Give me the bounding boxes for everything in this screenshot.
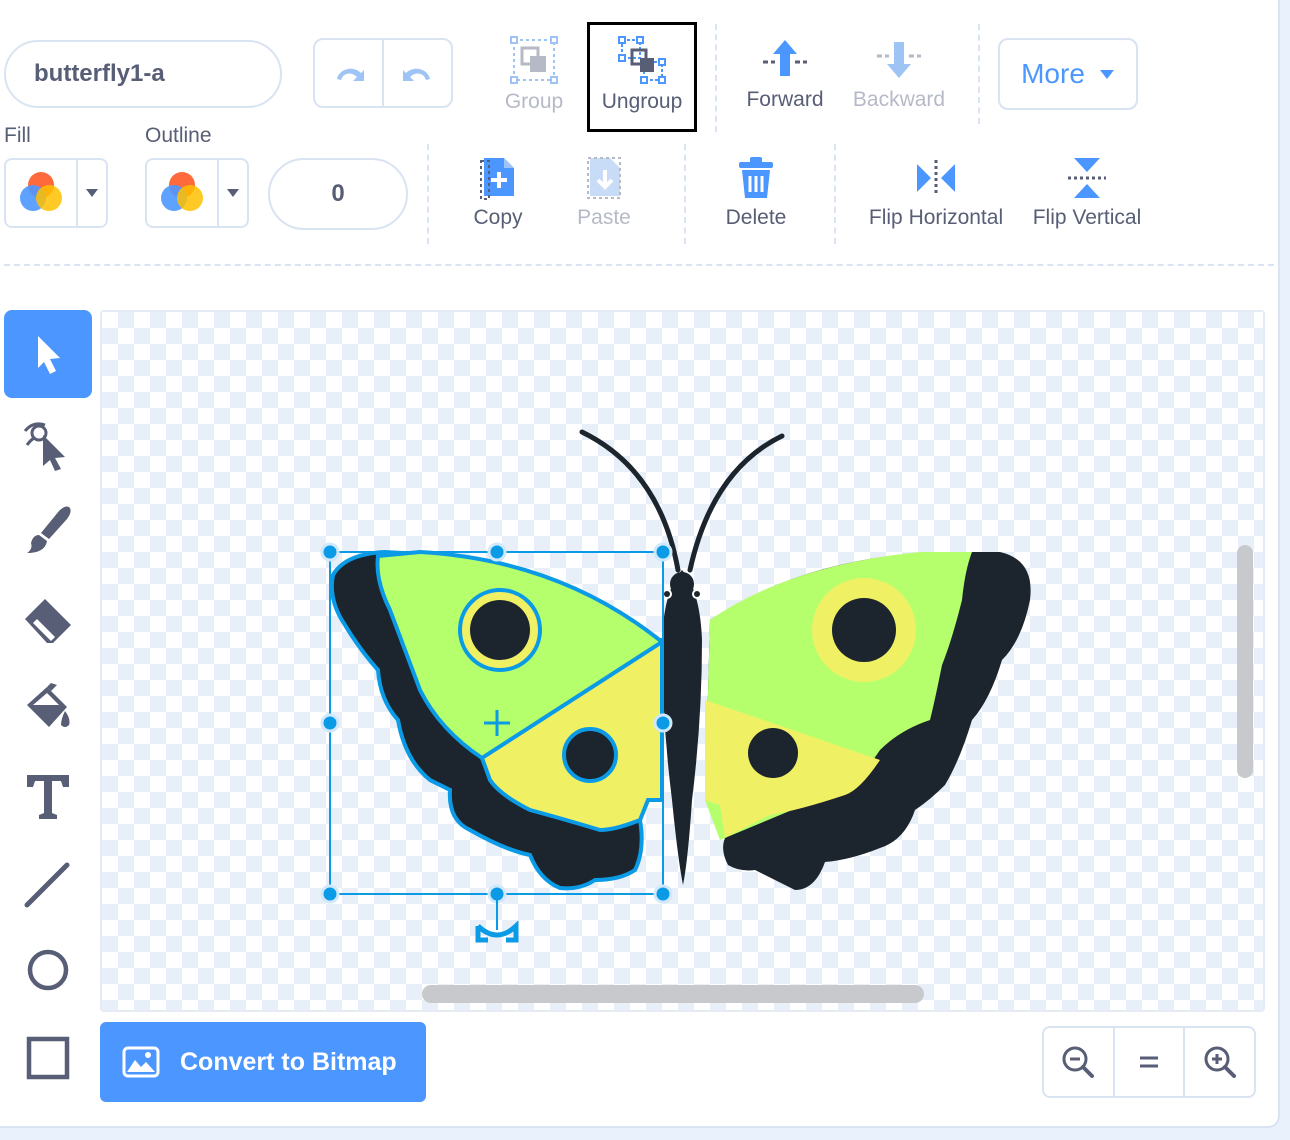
zoom-out-button[interactable] (1044, 1028, 1113, 1096)
forward-icon (763, 40, 807, 76)
paste-label: Paste (577, 206, 631, 229)
flip-horizontal-button[interactable]: Flip Horizontal (862, 156, 1010, 230)
costume-name-value: butterfly1-a (34, 60, 165, 87)
reshape-icon (23, 422, 65, 471)
undo-button[interactable] (315, 40, 382, 106)
tool-text[interactable] (4, 752, 92, 840)
fill-bucket-icon (27, 683, 70, 727)
flip-vertical-button[interactable]: Flip Vertical (1024, 156, 1150, 230)
select-arrow-icon (38, 336, 60, 374)
selection-handle (487, 542, 507, 562)
ungroup-label: Ungroup (601, 90, 683, 113)
selection-handle (320, 542, 340, 562)
rectangle-icon (26, 1036, 70, 1080)
outline-swatch[interactable] (147, 160, 217, 226)
outline-dropdown[interactable] (217, 160, 247, 226)
delete-label: Delete (725, 206, 787, 229)
ungroup-icon (618, 36, 666, 84)
mixed-color-icon (161, 172, 203, 211)
paste-button[interactable]: Paste (562, 156, 646, 230)
flip-vertical-label: Flip Vertical (1032, 206, 1142, 229)
eraser-icon (25, 599, 71, 643)
paste-icon (587, 157, 621, 199)
ungroup-button[interactable]: Ungroup (590, 36, 694, 114)
toolbar-divider (834, 144, 836, 244)
tool-reshape[interactable] (4, 400, 92, 488)
backward-button[interactable]: Backward (846, 38, 952, 112)
undo-redo-group (313, 38, 453, 108)
trash-icon (739, 157, 773, 198)
tool-line[interactable] (4, 840, 92, 928)
tool-rectangle[interactable] (4, 1014, 92, 1102)
vertical-scrollbar[interactable] (1237, 545, 1253, 778)
selection-handle (320, 884, 340, 904)
flip-horizontal-label: Flip Horizontal (868, 206, 1004, 229)
group-icon (510, 36, 558, 84)
outline-label: Outline (145, 124, 212, 147)
fill-label: Fill (4, 124, 31, 147)
zoom-out-icon (1062, 1046, 1095, 1078)
zoom-reset-button[interactable] (1112, 1028, 1184, 1096)
caret-down-icon (227, 189, 239, 197)
selection-handle (653, 713, 673, 733)
costume-name-input[interactable]: butterfly1-a (4, 40, 282, 108)
more-button[interactable]: More (998, 38, 1138, 110)
convert-to-bitmap-button[interactable]: Convert to Bitmap (100, 1022, 426, 1102)
toolbar-divider (978, 24, 980, 124)
caret-down-icon (1099, 70, 1114, 79)
forward-label: Forward (746, 88, 824, 111)
forward-button[interactable]: Forward (740, 38, 830, 112)
toolbar-bottom-divider (4, 264, 1274, 266)
toolbar-divider (427, 144, 429, 244)
zoom-controls (1042, 1026, 1256, 1098)
selection-handle (320, 713, 340, 733)
redo-button[interactable] (382, 40, 451, 106)
more-label: More (1021, 58, 1085, 89)
mixed-color-icon (20, 172, 62, 211)
zoom-reset-icon (1140, 1056, 1158, 1068)
butterfly-drawing[interactable] (100, 310, 1265, 1012)
tool-select[interactable] (4, 310, 92, 398)
flip-horizontal-icon (917, 160, 955, 196)
tool-circle[interactable] (4, 926, 92, 1014)
outline-width-value: 0 (331, 180, 345, 207)
selection-handle (653, 884, 673, 904)
selection-handle (653, 542, 673, 562)
delete-button[interactable]: Delete (714, 156, 798, 230)
group-label: Group (504, 90, 564, 113)
copy-icon (480, 158, 514, 200)
zoom-in-button[interactable] (1183, 1028, 1254, 1096)
drawing-canvas[interactable] (100, 310, 1265, 1012)
redo-icon (402, 68, 430, 81)
bitmap-icon (122, 1046, 160, 1078)
fill-dropdown[interactable] (76, 160, 106, 226)
text-icon (27, 775, 69, 819)
outline-width-input[interactable]: 0 (268, 158, 408, 230)
fill-color-picker[interactable] (4, 158, 108, 228)
brush-icon (27, 506, 71, 553)
backward-label: Backward (852, 88, 946, 111)
caret-down-icon (86, 189, 98, 197)
copy-label: Copy (473, 206, 523, 229)
tool-brush[interactable] (4, 486, 92, 574)
flip-vertical-icon (1068, 158, 1106, 198)
toolbar-divider (684, 144, 686, 244)
backward-icon (877, 42, 921, 78)
right-wing[interactable] (705, 552, 1031, 890)
paint-editor: butterfly1-a Group Ungroup Forward Backw… (0, 0, 1280, 1128)
outline-color-picker[interactable] (145, 158, 249, 228)
undo-icon (336, 68, 364, 81)
copy-button[interactable]: Copy (456, 156, 540, 230)
convert-to-bitmap-label: Convert to Bitmap (180, 1047, 397, 1076)
zoom-in-icon (1204, 1046, 1236, 1078)
circle-icon (27, 949, 69, 991)
group-button[interactable]: Group (498, 36, 570, 114)
fill-swatch[interactable] (6, 160, 76, 226)
toolbar-divider (715, 24, 717, 132)
tool-eraser[interactable] (4, 576, 92, 664)
horizontal-scrollbar[interactable] (422, 985, 924, 1003)
tool-fill[interactable] (4, 664, 92, 752)
line-icon (24, 862, 70, 908)
